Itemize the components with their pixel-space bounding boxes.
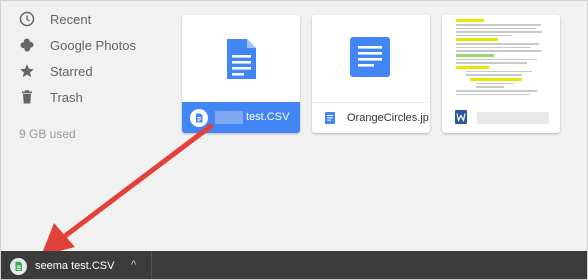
app-window: Recent Google Photos Starred Trash 9 GB … <box>0 0 588 280</box>
download-item[interactable]: seema test.CSV ^ <box>1 251 152 279</box>
csv-file-icon <box>10 258 27 275</box>
annotation-arrow <box>41 123 214 256</box>
chevron-up-icon[interactable]: ^ <box>131 259 136 271</box>
download-bar: seema test.CSV ^ <box>1 251 587 279</box>
download-file-name: seema test.CSV <box>35 260 115 272</box>
